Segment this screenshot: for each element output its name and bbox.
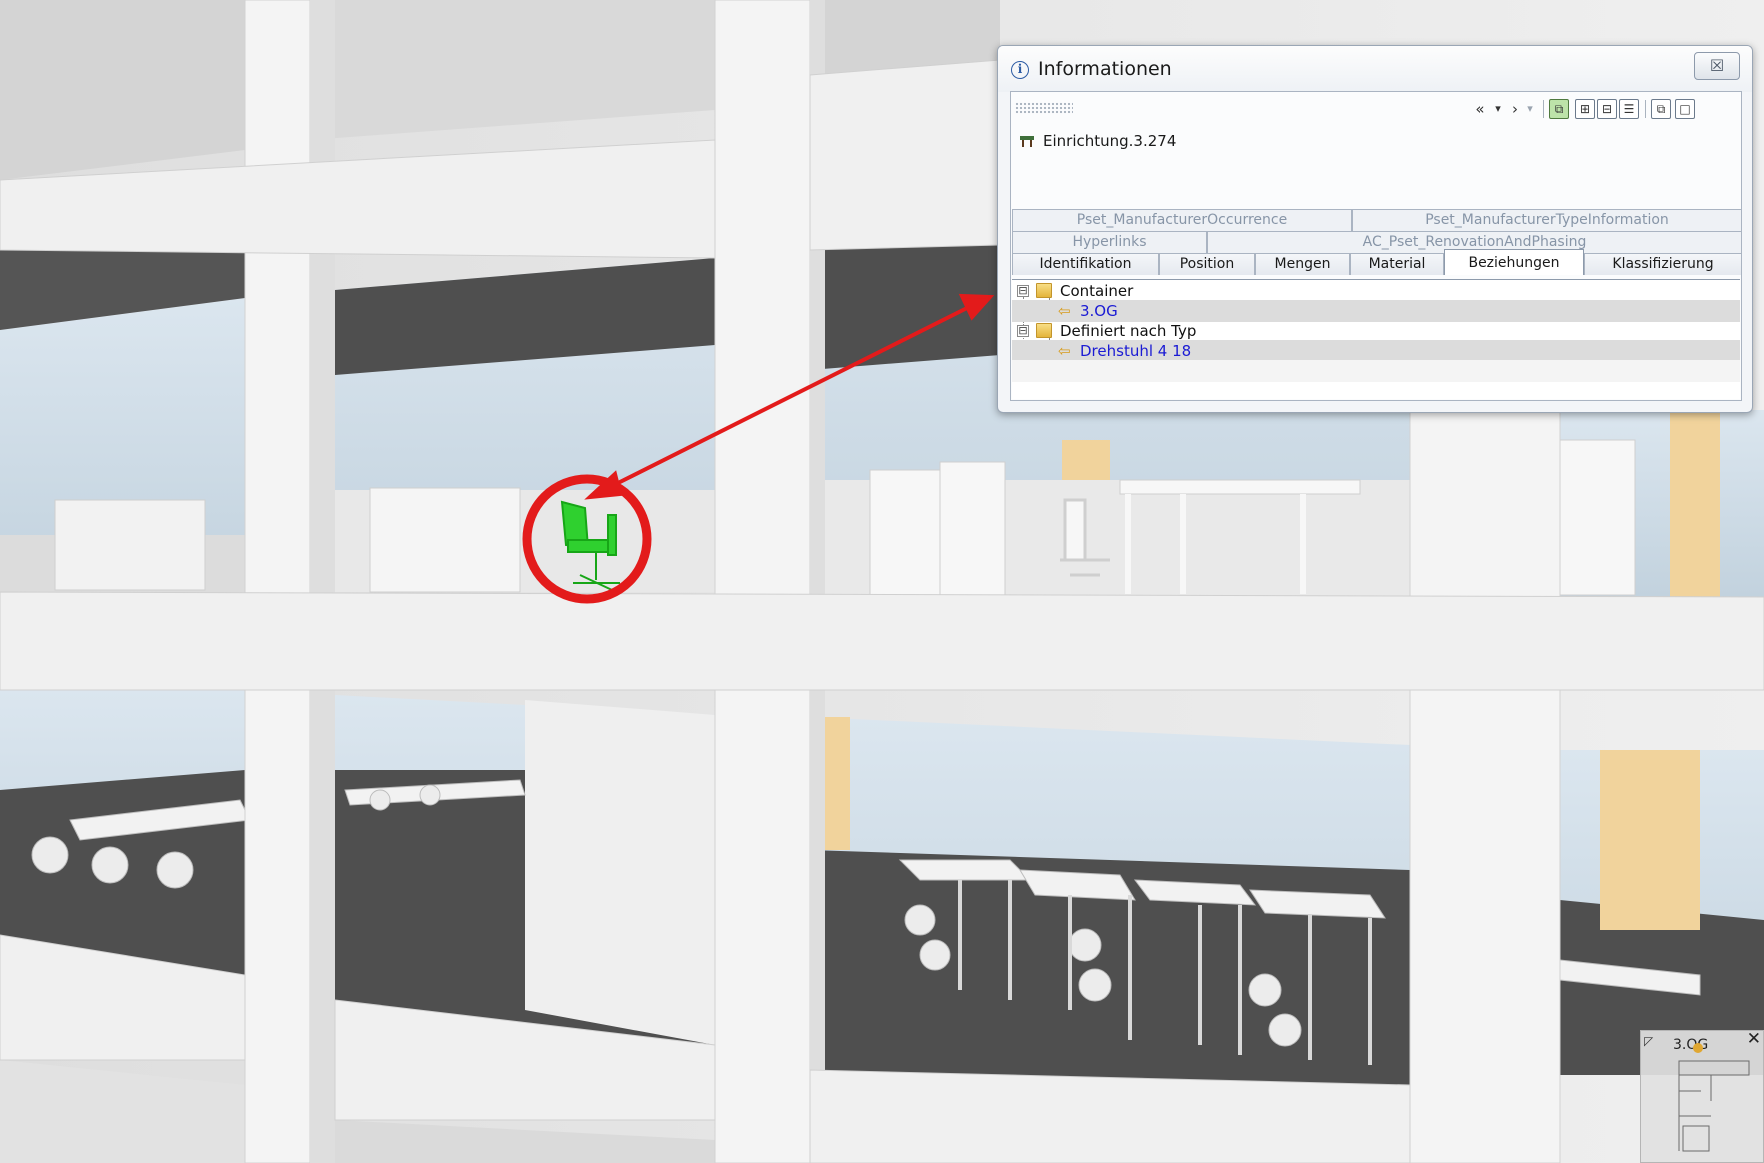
folder-icon	[1036, 283, 1052, 298]
link-arrow-icon: ⇦	[1058, 302, 1071, 320]
tab-pset-manufacturer-type-information[interactable]: Pset_ManufacturerTypeInformation	[1352, 209, 1742, 231]
back-dropdown-icon[interactable]: ▾	[1491, 98, 1505, 120]
dialog-title: Informationen	[1038, 58, 1172, 80]
floor-navigator[interactable]: ◸ 3.OG ✕	[1640, 1029, 1764, 1163]
maximize-icon[interactable]: □	[1675, 99, 1695, 119]
tab-row-2: Hyperlinks AC_Pset_RenovationAndPhasing	[1012, 231, 1742, 253]
tree-label-container: Container	[1060, 282, 1134, 300]
relations-tree: ⊟ Container ⇦ 3.OG ⊟ Definiert nach Typ …	[1012, 279, 1740, 399]
tab-hyperlinks[interactable]: Hyperlinks	[1012, 231, 1207, 253]
forward-dropdown-icon[interactable]: ▾	[1523, 98, 1537, 120]
collapse-all-icon[interactable]: ⊟	[1597, 99, 1617, 119]
tree-row-container[interactable]: ⊟ Container	[1012, 280, 1740, 302]
information-dialog: i Informationen ☒ « ▾ › ▾ ⧉ ⊞ ⊟ ☰ ⧉ □ Ei…	[997, 45, 1753, 413]
dialog-content: « ▾ › ▾ ⧉ ⊞ ⊟ ☰ ⧉ □ Einrichtung.3.274 Ps…	[1010, 91, 1742, 401]
close-button[interactable]: ☒	[1694, 52, 1740, 80]
tree-row-drehstuhl[interactable]: ⇦ Drehstuhl 4 18	[1012, 340, 1740, 362]
list-view-icon[interactable]: ☰	[1619, 99, 1639, 119]
collapse-icon[interactable]: ⊟	[1017, 285, 1029, 297]
sync-selection-icon[interactable]: ⧉	[1549, 99, 1569, 119]
tab-identifikation[interactable]: Identifikation	[1012, 253, 1159, 275]
chair-icon	[1020, 136, 1034, 147]
tab-position[interactable]: Position	[1159, 253, 1255, 275]
tree-row-definiert-nach-typ[interactable]: ⊟ Definiert nach Typ	[1012, 320, 1740, 342]
folder-icon	[1036, 323, 1052, 338]
link-arrow-icon: ⇦	[1058, 342, 1071, 360]
tab-row-3: Identifikation Position Mengen Material …	[1012, 249, 1742, 275]
tab-pset-manufacturer-occurrence[interactable]: Pset_ManufacturerOccurrence	[1012, 209, 1352, 231]
tree-link-3og[interactable]: 3.OG	[1080, 300, 1118, 322]
tree-link-drehstuhl[interactable]: Drehstuhl 4 18	[1080, 340, 1191, 362]
toolbar-grip[interactable]	[1015, 102, 1073, 114]
tab-material[interactable]: Material	[1350, 253, 1444, 275]
dialog-titlebar[interactable]: i Informationen ☒	[998, 46, 1752, 92]
tab-mengen[interactable]: Mengen	[1255, 253, 1350, 275]
tree-row-empty	[1012, 360, 1740, 382]
tab-row-1: Pset_ManufacturerOccurrence Pset_Manufac…	[1012, 209, 1742, 231]
float-window-icon[interactable]: ⧉	[1651, 99, 1671, 119]
tree-row-3og[interactable]: ⇦ 3.OG	[1012, 300, 1740, 322]
dialog-toolbar: « ▾ › ▾ ⧉ ⊞ ⊟ ☰ ⧉ □	[1011, 92, 1741, 124]
object-name: Einrichtung.3.274	[1043, 132, 1177, 150]
tab-beziehungen[interactable]: Beziehungen	[1444, 249, 1584, 275]
info-icon: i	[1011, 61, 1029, 79]
tab-klassifizierung[interactable]: Klassifizierung	[1584, 253, 1742, 275]
floor-plan-thumbnail	[1678, 1043, 1750, 1152]
expand-all-icon[interactable]: ⊞	[1575, 99, 1595, 119]
forward-icon[interactable]: ›	[1507, 98, 1523, 120]
collapse-icon[interactable]: ⊟	[1017, 325, 1029, 337]
tree-label-definiert-nach-typ: Definiert nach Typ	[1060, 322, 1197, 340]
back-icon[interactable]: «	[1471, 98, 1489, 120]
